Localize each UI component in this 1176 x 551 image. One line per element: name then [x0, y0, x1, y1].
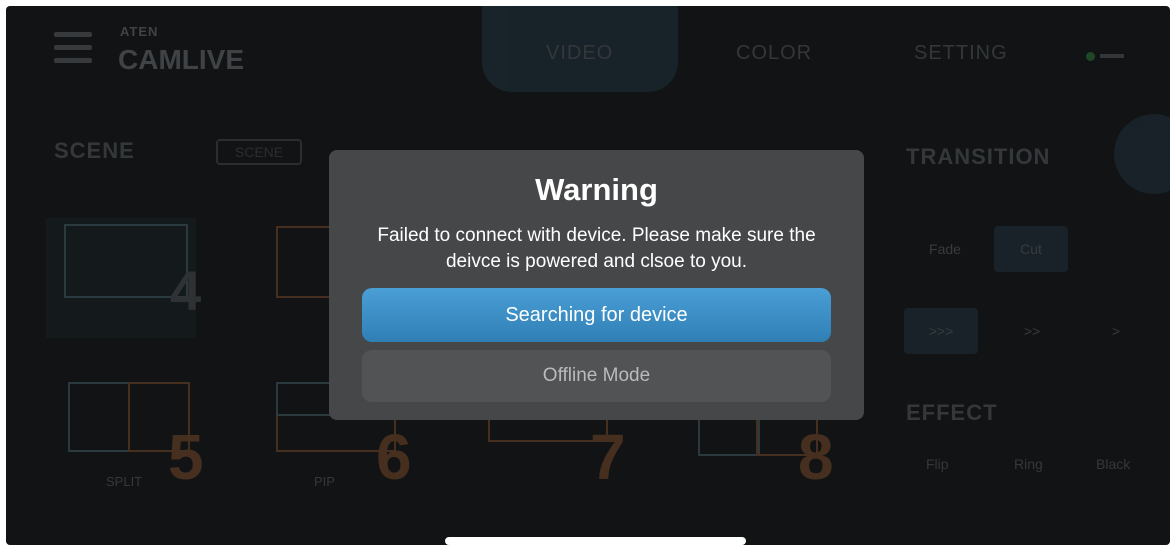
home-indicator[interactable]: [445, 537, 746, 545]
searching-for-device-button[interactable]: Searching for device: [362, 288, 831, 342]
brand-small: ATEN: [120, 24, 159, 39]
transition-fade-button[interactable]: Fade: [910, 226, 980, 272]
tile-label: SPLIT: [106, 474, 143, 489]
scene-tile-5[interactable]: 5 SPLIT: [58, 374, 208, 494]
app-screen: ATEN CAMLIVE VIDEO COLOR SETTING SCENE S…: [6, 6, 1170, 545]
grid-icon[interactable]: [1114, 114, 1170, 194]
offline-mode-button[interactable]: Offline Mode: [362, 350, 831, 402]
scene-tile-4[interactable]: 4: [46, 218, 201, 338]
tile-number: 4: [170, 259, 202, 322]
tab-color[interactable]: COLOR: [736, 42, 812, 65]
effect-ring[interactable]: Ring: [1014, 456, 1043, 472]
transition-cut-button[interactable]: Cut: [994, 226, 1068, 272]
menu-icon[interactable]: [54, 28, 92, 68]
tile-frame: [68, 382, 130, 452]
tile-number: 6: [376, 421, 412, 493]
tile-number: 5: [168, 421, 204, 493]
scene-toggle[interactable]: SCENE: [216, 139, 302, 165]
tile-label: PIP: [314, 474, 335, 489]
effect-flip[interactable]: Flip: [926, 456, 949, 472]
speed-fast-button[interactable]: >>>: [904, 308, 978, 354]
transition-title: TRANSITION: [906, 144, 1051, 169]
tab-video[interactable]: VIDEO: [546, 42, 613, 65]
speed-slow-button[interactable]: >: [1096, 308, 1136, 354]
brand-title: CAMLIVE: [118, 44, 244, 75]
scene-title: SCENE: [54, 138, 135, 163]
connection-status-icon: [1086, 52, 1095, 61]
effect-black[interactable]: Black: [1096, 456, 1130, 472]
warning-dialog: Warning Failed to connect with device. P…: [329, 150, 864, 420]
tile-number: 7: [590, 421, 626, 493]
tile-number: 8: [798, 421, 834, 493]
battery-icon: [1100, 54, 1124, 58]
dialog-message: Failed to connect with device. Please ma…: [377, 225, 816, 272]
tile-frame: [698, 414, 760, 456]
speed-medium-button[interactable]: >>: [1002, 308, 1062, 354]
tab-setting[interactable]: SETTING: [914, 42, 1008, 65]
effect-title: EFFECT: [906, 400, 998, 425]
dialog-title: Warning: [535, 172, 658, 207]
